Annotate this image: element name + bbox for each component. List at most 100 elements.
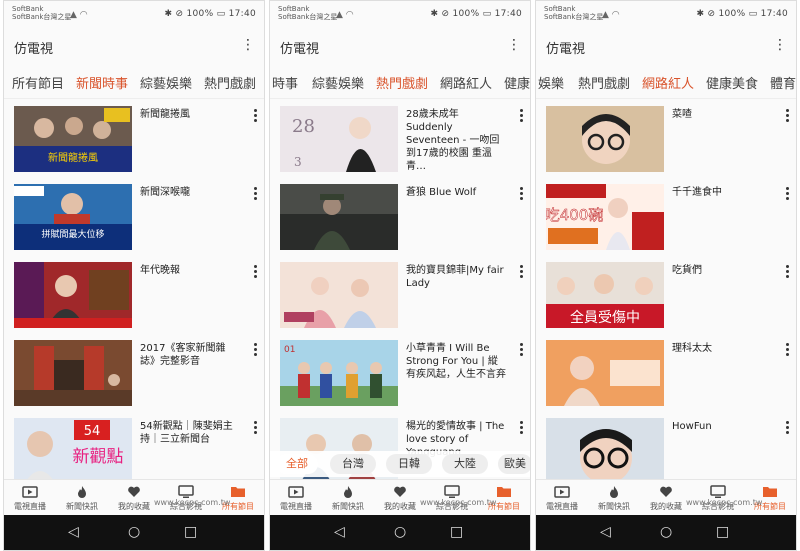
signal-icon: ▲ ◠ xyxy=(70,10,88,20)
tab-drama[interactable]: 熱門戲劇 xyxy=(376,73,428,92)
back-icon[interactable]: ◁ xyxy=(68,524,79,540)
tab-influencers[interactable]: 網路紅人 xyxy=(642,73,694,92)
item-more-icon[interactable] xyxy=(254,421,258,436)
more-options-icon[interactable]: ⋮ xyxy=(507,37,521,53)
item-more-icon[interactable] xyxy=(520,265,524,280)
item-more-icon[interactable] xyxy=(254,109,258,124)
item-more-icon[interactable] xyxy=(786,421,790,436)
status-bar: SoftBank SoftBank台灣之星 ▲ ◠ ✱ ⊘ 100% ▭ 17:4… xyxy=(4,1,264,29)
thumbnail-caption: 拼賦間最大位移 xyxy=(41,228,104,240)
nav-live-tv[interactable]: 電視直播 xyxy=(536,480,588,518)
tab-influencers[interactable]: 網路紅人 xyxy=(440,73,492,92)
list-item[interactable]: 28 3 28歲未成年 Suddenly Seventeen - 一吻回到17歲的… xyxy=(270,106,530,184)
back-icon[interactable]: ◁ xyxy=(334,524,345,540)
category-tabs: 娛樂 熱門戲劇 網路紅人 健康美食 體育 xyxy=(536,65,796,99)
status-right: ✱ ⊘ 100% ▭ 17:40 xyxy=(164,9,256,19)
nav-live-tv[interactable]: 電視直播 xyxy=(270,480,322,518)
thumbnail: 全員受傷中 xyxy=(546,262,664,328)
tab-variety[interactable]: 綜藝娛樂 xyxy=(140,73,192,92)
heart-icon xyxy=(108,485,160,499)
thumbnail-caption: 新聞龍捲風 xyxy=(48,151,98,164)
tab-health-food[interactable]: 健康美食 xyxy=(706,73,758,92)
thumbnail-caption: 吃400碗 xyxy=(546,206,603,224)
nav-favorites[interactable]: 我的收藏 xyxy=(640,480,692,518)
more-options-icon[interactable]: ⋮ xyxy=(241,37,255,53)
item-more-icon[interactable] xyxy=(786,343,790,358)
thumbnail xyxy=(14,262,132,328)
thumbnail: 新聞龍捲風 xyxy=(14,106,132,172)
nav-favorites[interactable]: 我的收藏 xyxy=(374,480,426,518)
phone-screen-news: SoftBank SoftBank台灣之星 ▲ ◠ ✱ ⊘ 100% ▭ 17:4… xyxy=(3,0,265,551)
chip-all[interactable]: 全部 xyxy=(276,454,318,474)
list-item[interactable]: 年代晚報 xyxy=(4,262,264,340)
item-title: 54新觀點｜陳斐娟主持｜三立新聞台 xyxy=(140,421,233,445)
tab-drama[interactable]: 熱門戲劇 xyxy=(204,73,256,92)
item-title: 2017《客家新聞雜誌》完整影音 xyxy=(140,343,226,367)
monitor-icon xyxy=(426,485,478,499)
tab-variety[interactable]: 綜藝娛樂 xyxy=(312,73,364,92)
list-item[interactable]: 吃400碗 千千進食中 xyxy=(536,184,796,262)
monitor-icon xyxy=(160,485,212,499)
system-nav-bar: ◁ ○ □ xyxy=(536,515,796,550)
flame-icon xyxy=(588,485,640,499)
list-item[interactable]: 01 小草青青 I Will Be Strong For You | 縱有疾风起… xyxy=(270,340,530,418)
item-more-icon[interactable] xyxy=(520,187,524,202)
chip-western[interactable]: 歐美 xyxy=(498,454,530,474)
category-tabs: 時事 綜藝娛樂 熱門戲劇 網路紅人 健康 xyxy=(270,65,530,99)
chip-taiwan[interactable]: 台灣 xyxy=(330,454,376,474)
list-item[interactable]: 新聞龍捲風 新聞龍捲風 xyxy=(4,106,264,184)
svg-text:28: 28 xyxy=(292,116,315,137)
item-more-icon[interactable] xyxy=(786,187,790,202)
recents-icon[interactable]: □ xyxy=(184,524,197,540)
nav-live-tv[interactable]: 電視直播 xyxy=(4,480,56,518)
item-title: 小草青青 I Will Be Strong For You | 縱有疾风起，人生… xyxy=(406,343,506,380)
home-icon[interactable]: ○ xyxy=(394,524,406,540)
item-title: 菜喳 xyxy=(672,109,692,120)
thumbnail xyxy=(14,340,132,406)
list-item[interactable]: 全員受傷中 吃貨們 xyxy=(536,262,796,340)
nav-favorites[interactable]: 我的收藏 xyxy=(108,480,160,518)
list-item[interactable]: 2017《客家新聞雜誌》完整影音 xyxy=(4,340,264,418)
item-title: 蒼狼 Blue Wolf xyxy=(406,187,477,198)
item-more-icon[interactable] xyxy=(786,265,790,280)
more-options-icon[interactable]: ⋮ xyxy=(773,37,787,53)
folder-icon xyxy=(478,485,530,499)
system-nav-bar: ◁ ○ □ xyxy=(4,515,264,550)
nav-news-flash[interactable]: 新聞快訊 xyxy=(322,480,374,518)
tab-sports[interactable]: 體育 xyxy=(770,73,796,92)
watermark: www.kocpc.com.tw xyxy=(154,498,231,507)
recents-icon[interactable]: □ xyxy=(716,524,729,540)
item-more-icon[interactable] xyxy=(254,265,258,280)
chip-japan-korea[interactable]: 日韓 xyxy=(386,454,432,474)
tab-all-programs[interactable]: 所有節目 xyxy=(12,73,64,92)
list-item[interactable]: 拼賦間最大位移 新聞深喉嚨 xyxy=(4,184,264,262)
tab-health[interactable]: 健康 xyxy=(504,73,530,92)
recents-icon[interactable]: □ xyxy=(450,524,463,540)
home-icon[interactable]: ○ xyxy=(128,524,140,540)
tab-news[interactable]: 新聞時事 xyxy=(76,73,128,92)
list-item[interactable]: 我的寶貝錦菲|My fair Lady xyxy=(270,262,530,340)
thumbnail xyxy=(280,262,398,328)
list-item[interactable]: 理科太太 xyxy=(536,340,796,418)
item-more-icon[interactable] xyxy=(254,343,258,358)
item-more-icon[interactable] xyxy=(786,109,790,124)
watermark: www.kocpc.com.tw xyxy=(686,498,763,507)
carrier-label: SoftBank SoftBank台灣之星 xyxy=(278,5,338,21)
tab-variety[interactable]: 娛樂 xyxy=(538,73,564,92)
back-icon[interactable]: ◁ xyxy=(600,524,611,540)
list-item[interactable]: 菜喳 xyxy=(536,106,796,184)
home-icon[interactable]: ○ xyxy=(660,524,672,540)
signal-icon: ▲ ◠ xyxy=(336,10,354,20)
list-item[interactable]: 蒼狼 Blue Wolf xyxy=(270,184,530,262)
svg-text:01: 01 xyxy=(284,345,295,355)
tab-news[interactable]: 時事 xyxy=(272,73,298,92)
nav-news-flash[interactable]: 新聞快訊 xyxy=(588,480,640,518)
item-more-icon[interactable] xyxy=(254,187,258,202)
nav-news-flash[interactable]: 新聞快訊 xyxy=(56,480,108,518)
item-more-icon[interactable] xyxy=(520,109,524,124)
item-more-icon[interactable] xyxy=(520,421,524,436)
item-more-icon[interactable] xyxy=(520,343,524,358)
chip-china[interactable]: 大陸 xyxy=(442,454,488,474)
tab-drama[interactable]: 熱門戲劇 xyxy=(578,73,630,92)
thumbnail-caption: 全員受傷中 xyxy=(570,309,640,326)
